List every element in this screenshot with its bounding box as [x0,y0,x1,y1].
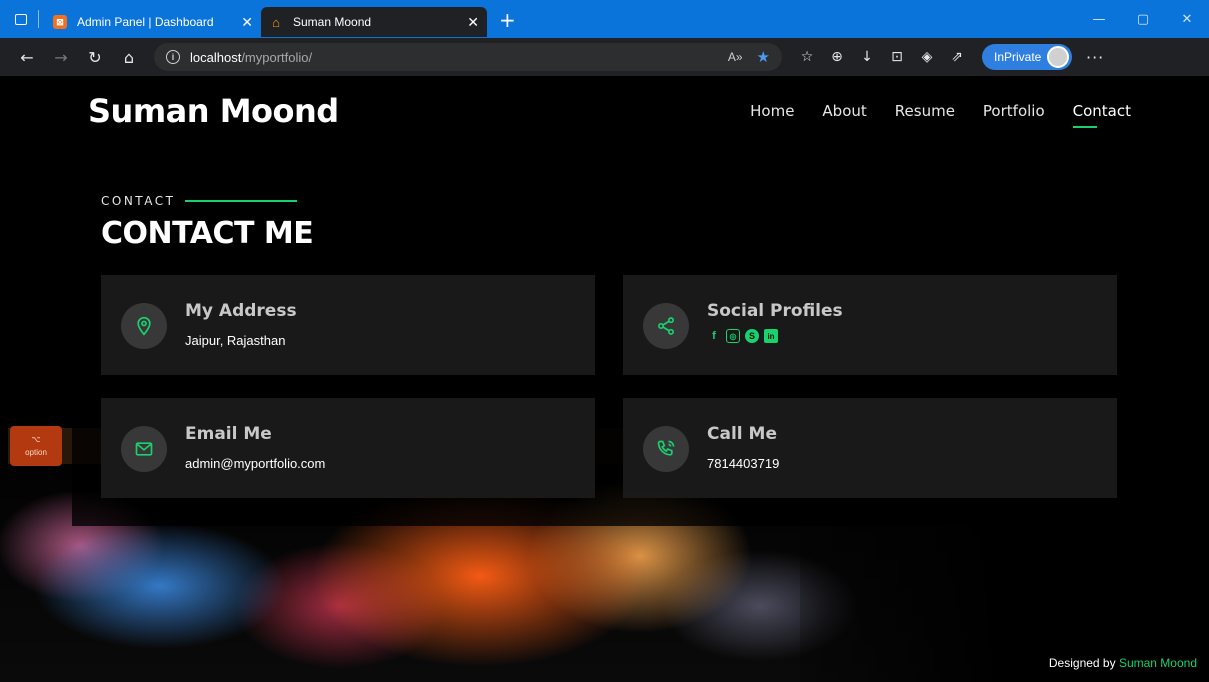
address-card: My Address Jaipur, Rajasthan [101,275,595,375]
background-option-key: ⌥ option [10,426,62,466]
credits-name-link[interactable]: Suman Moond [1119,656,1197,670]
home-icon[interactable]: ⌂ [112,42,146,72]
url-host: localhost [190,49,242,65]
main-menu: Home About Resume Portfolio Contact [750,102,1131,128]
linkedin-icon[interactable]: in [764,329,778,343]
more-menu-icon[interactable]: ··· [1086,48,1104,67]
map-pin-icon [137,316,151,336]
window-menu-button[interactable] [10,8,32,30]
option-key-symbol: ⌥ [31,435,41,444]
social-title: Social Profiles [707,301,843,321]
address-text: Jaipur, Rajasthan [185,333,286,348]
section-label-line [185,200,298,202]
address-actions: A» ★ [728,48,770,66]
downloads-icon[interactable]: ↓ [852,42,882,72]
site-logo[interactable]: Suman Moond [88,92,339,130]
refresh-icon[interactable]: ↻ [78,42,112,72]
favorite-star-icon[interactable]: ★ [757,48,770,66]
tab-admin-panel[interactable]: ⊠ Admin Panel | Dashboard ✕ [45,7,261,37]
call-title: Call Me [707,424,777,444]
call-text[interactable]: 7814403719 [707,456,779,471]
envelope-icon [135,442,153,456]
close-window-icon[interactable]: ✕ [1165,12,1209,27]
social-card: Social Profiles f ◎ S in [623,275,1117,375]
address-bar[interactable]: i localhost /myportfolio/ A» ★ [154,43,782,71]
read-aloud-icon[interactable]: A» [728,50,743,64]
browser-toolbar: ☆ ⊕ ↓ ⊡ ◈ ⇗ [792,42,972,72]
call-card: Call Me 7814403719 [623,398,1117,498]
tab-title: Suman Moond [293,15,372,29]
social-links: f ◎ S in [707,329,843,343]
inprivate-button[interactable]: InPrivate [982,44,1072,70]
share-icon[interactable]: ⇗ [942,42,972,72]
site-header: Suman Moond Home About Resume Portfolio … [0,76,1209,146]
close-tab-icon[interactable]: ✕ [467,14,479,31]
section-label-text: CONTACT [101,194,176,208]
back-icon[interactable]: ← [10,42,44,72]
browser-nav-bar: ← → ↻ ⌂ i localhost /myportfolio/ A» ★ ☆… [0,38,1209,76]
forward-icon[interactable]: → [44,42,78,72]
email-text[interactable]: admin@myportfolio.com [185,456,325,471]
restore-icon[interactable]: ▢ [1121,12,1165,27]
window-controls: — ▢ ✕ [1077,12,1209,27]
home-favicon-icon: ⌂ [272,14,280,30]
screenshot-icon[interactable]: ⊡ [882,42,912,72]
browser-tab-bar: ⊠ Admin Panel | Dashboard ✕ ⌂ Suman Moon… [0,0,1209,38]
menu-item-contact[interactable]: Contact [1072,102,1131,128]
favorites-icon[interactable]: ☆ [792,42,822,72]
phone-icon [657,440,675,456]
page-viewport: ⌥ option Suman Moond Home About Resume P… [0,76,1209,682]
option-key-label: option [25,448,47,457]
site-info-icon[interactable]: i [166,50,180,64]
social-icon-circle [643,303,689,349]
close-tab-icon[interactable]: ✕ [241,14,253,31]
skype-icon[interactable]: S [745,329,759,343]
inprivate-label: InPrivate [994,50,1042,64]
facebook-icon[interactable]: f [707,329,721,343]
email-title: Email Me [185,424,272,444]
tab-suman-moond[interactable]: ⌂ Suman Moond ✕ [261,7,487,37]
instagram-icon[interactable]: ◎ [726,329,740,343]
extensions-icon[interactable]: ◈ [912,42,942,72]
xampp-favicon-icon: ⊠ [53,15,67,29]
new-tab-button[interactable]: + [499,8,516,32]
menu-item-about[interactable]: About [822,102,866,120]
address-icon-circle [121,303,167,349]
collections-icon[interactable]: ⊕ [822,42,852,72]
menu-item-portfolio[interactable]: Portfolio [983,102,1045,120]
email-card: Email Me admin@myportfolio.com [101,398,595,498]
section-title: CONTACT ME [101,216,314,251]
tab-title: Admin Panel | Dashboard [77,15,214,29]
tab-separator [38,10,39,28]
menu-item-home[interactable]: Home [750,102,794,120]
address-title: My Address [185,301,297,321]
profile-avatar [1047,46,1069,68]
minimize-icon[interactable]: — [1077,12,1121,27]
url-path: /myportfolio/ [241,49,313,65]
footer-credits: Designed by Suman Moond [1049,656,1197,670]
share-nodes-icon [658,317,674,335]
menu-item-resume[interactable]: Resume [895,102,955,120]
email-icon-circle [121,426,167,472]
credits-prefix: Designed by [1048,656,1116,670]
section-label: CONTACT [101,194,298,208]
call-icon-circle [643,426,689,472]
window-icon [15,13,27,25]
